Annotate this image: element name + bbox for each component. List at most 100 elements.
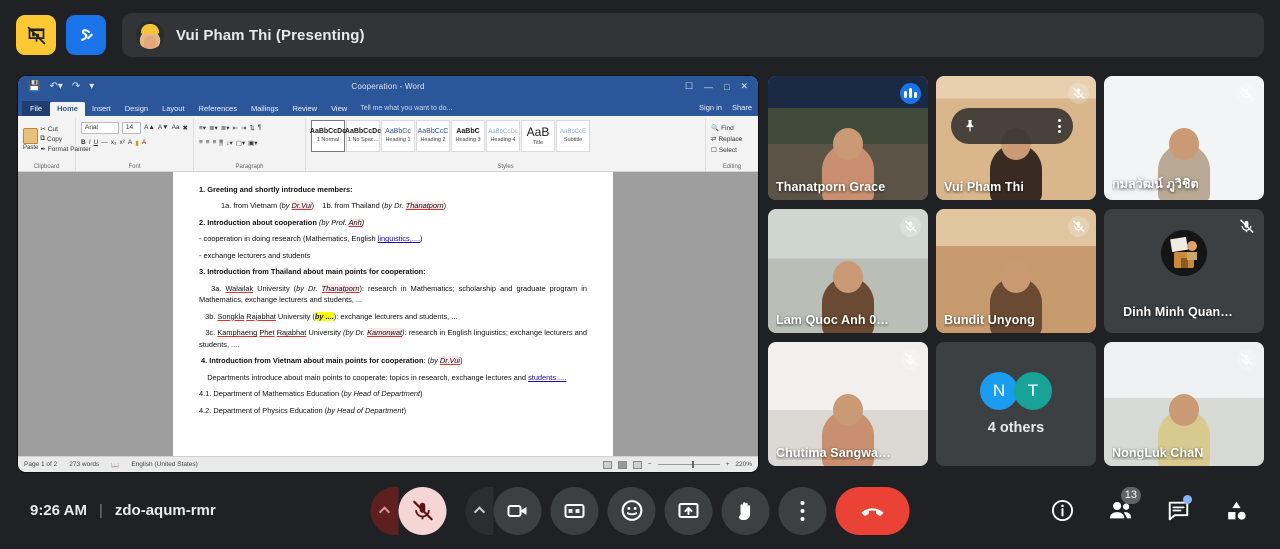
style-subtitle[interactable]: AaBbCcE Subtitle <box>556 120 590 152</box>
style-no-spacing[interactable]: AaBbCcDc 1 No Spac... <box>345 120 381 152</box>
whiteboard-button[interactable] <box>66 15 106 55</box>
highlight-color-icon[interactable]: ▮ <box>135 139 139 147</box>
style-heading-3[interactable]: AaBbC Heading 3 <box>451 120 485 152</box>
raise-hand-button[interactable] <box>721 486 770 535</box>
sign-in-link[interactable]: Sign in <box>699 103 722 112</box>
zoom-in-button[interactable]: + <box>726 461 730 468</box>
style-title[interactable]: AaB Title <box>521 120 555 152</box>
meeting-code[interactable]: zdo-aqum-rmr <box>115 502 216 519</box>
stop-presenting-button[interactable] <box>16 15 56 55</box>
participant-tile[interactable]: Chutima Sangwa… <box>768 342 928 466</box>
document-page[interactable]: 1. Greeting and shortly introduce member… <box>173 172 613 456</box>
bold-button[interactable]: B <box>81 139 86 146</box>
align-left-icon[interactable]: ≡ <box>199 139 203 146</box>
web-layout-button[interactable] <box>632 460 642 469</box>
line-spacing-icon[interactable]: ↕▾ <box>226 139 233 147</box>
camera-button[interactable] <box>493 486 542 535</box>
borders-icon[interactable]: ▣▾ <box>248 139 257 147</box>
print-layout-button[interactable] <box>617 460 627 469</box>
strikethrough-button[interactable]: — <box>101 139 108 146</box>
word-document-canvas[interactable]: 1. Greeting and shortly introduce member… <box>18 172 758 456</box>
tab-home[interactable]: Home <box>50 101 85 116</box>
paste-button[interactable]: Paste <box>23 120 38 158</box>
participant-tile[interactable]: กมลวัฒน์ ภูวิชิต <box>1104 76 1264 200</box>
tab-review[interactable]: Review <box>285 102 324 117</box>
window-controls[interactable]: ☐ — □ ✕ <box>685 81 752 92</box>
shared-screen-word[interactable]: 💾 ↶▾ ↷ ▾ Cooperation - Word ☐ — □ ✕ File… <box>18 76 758 472</box>
more-vert-icon[interactable] <box>1058 119 1061 133</box>
style-heading-1[interactable]: AaBbCc Heading 1 <box>381 120 415 152</box>
align-right-icon[interactable]: ≡ <box>213 139 217 146</box>
word-count[interactable]: 273 words <box>69 461 99 468</box>
font-size-select[interactable]: 14 <box>121 121 142 134</box>
replace-button[interactable]: ⇄ Replace <box>711 135 753 144</box>
participant-tile[interactable]: Vui Pham Thi <box>936 76 1096 200</box>
style-normal[interactable]: AaBbCcDc 1 Normal <box>310 120 346 152</box>
pin-icon[interactable] <box>963 118 977 134</box>
participant-tile[interactable]: Bundit Unyong <box>936 209 1096 333</box>
meeting-details-button[interactable] <box>1040 489 1084 533</box>
activities-button[interactable] <box>1214 489 1258 533</box>
share-button[interactable]: Share <box>732 103 752 112</box>
subscript-button[interactable]: x₂ <box>111 139 117 146</box>
sort-icon[interactable]: ⇅ <box>249 124 254 132</box>
multilevel-list-icon[interactable]: ≣▾ <box>221 124 230 132</box>
shrink-font-icon[interactable]: A▼ <box>158 124 169 131</box>
change-case-icon[interactable]: Aa <box>172 124 180 131</box>
camera-options-button[interactable] <box>465 486 494 535</box>
tab-references[interactable]: References <box>192 102 244 117</box>
restore-icon[interactable]: □ <box>724 82 729 92</box>
styles-gallery[interactable]: AaBbCcDc 1 Normal AaBbCcDc 1 No Spac... … <box>310 120 700 152</box>
decrease-indent-icon[interactable]: ⇤ <box>233 124 238 132</box>
word-ribbon-tabs[interactable]: File Home Insert Design Layout Reference… <box>18 97 758 116</box>
tab-layout[interactable]: Layout <box>155 102 192 117</box>
align-center-icon[interactable]: ≡ <box>206 139 210 146</box>
language-status[interactable]: English (United States) <box>131 461 197 468</box>
justify-icon[interactable]: ≡ <box>219 139 224 146</box>
select-button[interactable]: ☐ Select <box>711 146 753 155</box>
microphone-button[interactable] <box>398 486 447 535</box>
grow-font-icon[interactable]: A▲ <box>144 124 155 131</box>
tab-insert[interactable]: Insert <box>85 102 118 117</box>
find-button[interactable]: 🔍 Find <box>711 124 753 133</box>
ribbon-options-icon[interactable]: ☐ <box>685 81 693 92</box>
zoom-slider[interactable] <box>657 461 720 468</box>
clear-formatting-icon[interactable]: ✖ <box>183 124 188 132</box>
chat-button[interactable] <box>1156 489 1200 533</box>
more-options-button[interactable] <box>778 486 827 535</box>
mic-options-button[interactable] <box>370 486 399 535</box>
participant-tile[interactable]: Lam Quoc Anh 0… <box>768 209 928 333</box>
reactions-button[interactable] <box>607 486 656 535</box>
participant-tile[interactable]: NongLuk ChaN <box>1104 342 1264 466</box>
presenting-status-pill[interactable]: Vui Pham Thi (Presenting) <box>122 13 1264 57</box>
underline-button[interactable]: U <box>94 139 99 146</box>
font-family-select[interactable]: Arial <box>81 121 119 134</box>
superscript-button[interactable]: x² <box>120 139 125 146</box>
shading-icon[interactable]: ▢▾ <box>236 139 245 147</box>
style-heading-2[interactable]: AaBbCcC Heading 2 <box>416 120 450 152</box>
tab-mailings[interactable]: Mailings <box>244 102 286 117</box>
captions-button[interactable] <box>550 486 599 535</box>
increase-indent-icon[interactable]: ⇥ <box>241 124 246 132</box>
zoom-out-button[interactable]: − <box>648 461 652 468</box>
style-heading-4[interactable]: AaBbCcDc Heading 4 <box>486 120 520 152</box>
tab-design[interactable]: Design <box>118 102 155 117</box>
tab-view[interactable]: View <box>324 102 354 117</box>
bullets-icon[interactable]: ≡▾ <box>199 124 206 132</box>
tell-me-search[interactable]: Tell me what you want to do... <box>360 105 452 116</box>
minimize-icon[interactable]: — <box>704 82 713 92</box>
leave-call-button[interactable] <box>835 486 910 535</box>
participant-tile[interactable]: Thanatporn Grace <box>768 76 928 200</box>
proofing-icon[interactable]: 📖 <box>111 461 119 469</box>
present-button[interactable] <box>664 486 713 535</box>
word-ribbon[interactable]: Paste ✂ Cut ⧉ Copy ✒ Format Painter Clip… <box>18 116 758 172</box>
text-effects-icon[interactable]: A <box>128 139 132 146</box>
font-color-icon[interactable]: A <box>142 139 146 146</box>
tile-hover-overlay[interactable] <box>951 108 1073 144</box>
read-mode-button[interactable] <box>602 460 612 469</box>
participant-tile[interactable]: Dinh Minh Quan… <box>1104 209 1264 333</box>
italic-button[interactable]: I <box>89 139 91 146</box>
zoom-level[interactable]: 220% <box>735 461 752 468</box>
others-tile[interactable]: N T 4 others <box>936 342 1096 466</box>
people-button[interactable]: 13 <box>1098 486 1142 533</box>
